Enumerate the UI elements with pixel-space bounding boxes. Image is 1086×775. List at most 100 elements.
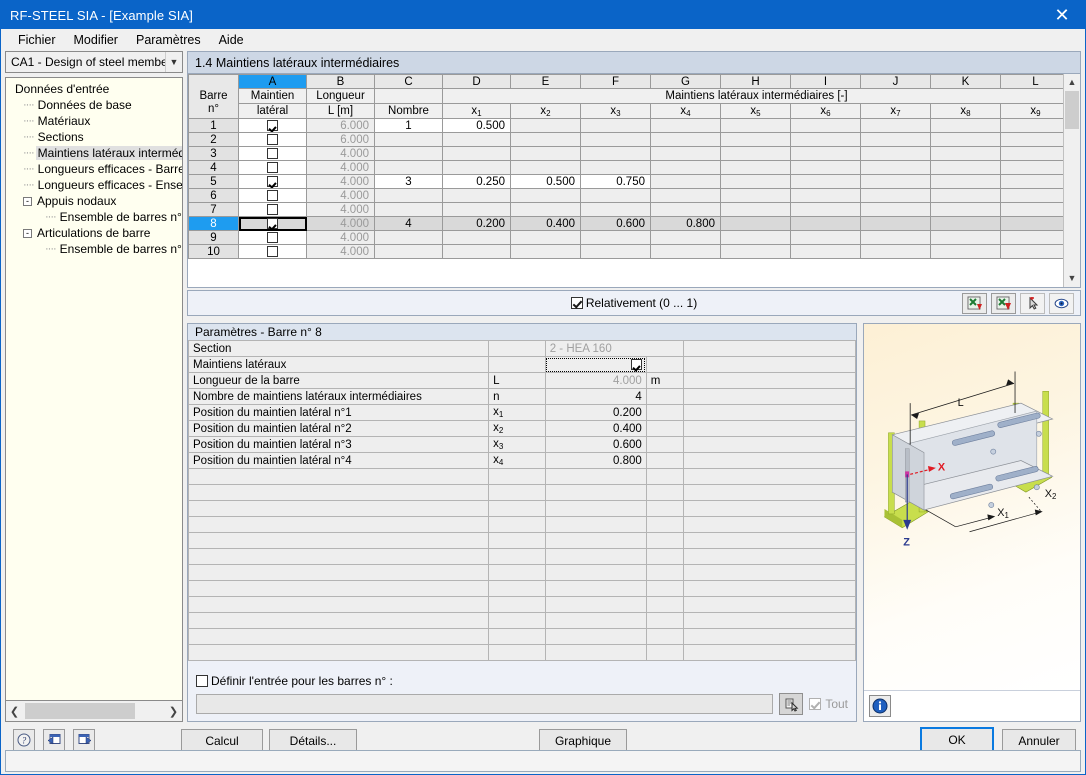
cell-x8[interactable] (930, 216, 1001, 231)
column-header-E[interactable]: E (510, 74, 581, 89)
row-header-5[interactable]: 5 (188, 174, 239, 189)
cell-nombre[interactable] (374, 132, 443, 147)
column-header-D[interactable]: D (442, 74, 511, 89)
tree-item-9[interactable]: - Articulations de barre (9, 225, 182, 241)
cell-x8[interactable] (930, 202, 1001, 217)
select-members-button[interactable] (779, 693, 804, 715)
cell-x1[interactable]: 0.250 (442, 174, 511, 189)
previous-button[interactable] (43, 729, 65, 751)
cell-x4[interactable] (650, 132, 721, 147)
table-row[interactable]: 6 4.000 (188, 188, 1063, 203)
column-header-K[interactable]: K (930, 74, 1001, 89)
cell-x1[interactable] (442, 160, 511, 175)
cell-x3[interactable] (580, 146, 651, 161)
parameter-checkbox[interactable] (544, 356, 647, 373)
cell-x9[interactable] (1000, 230, 1063, 245)
cell-x6[interactable] (790, 132, 861, 147)
cell-nombre[interactable] (374, 244, 443, 259)
cell-x5[interactable] (720, 202, 791, 217)
checkbox-box[interactable] (630, 358, 642, 370)
cell-nombre[interactable] (374, 202, 443, 217)
cell-x5[interactable] (720, 188, 791, 203)
checkbox-box[interactable] (267, 189, 278, 201)
checkbox-box[interactable] (267, 119, 278, 131)
row-header-1[interactable]: 1 (188, 118, 239, 133)
table-row[interactable]: 5 4.000 3 0.250 0.500 0.750 (188, 174, 1063, 189)
parameter-value[interactable]: 0.400 (544, 420, 647, 437)
row-header-6[interactable]: 6 (188, 188, 239, 203)
chevron-left-icon[interactable]: ❮ (6, 705, 23, 718)
table-row[interactable]: 9 4.000 (188, 230, 1063, 245)
menu-item-aide[interactable]: Aide (210, 31, 253, 49)
checkbox-box[interactable] (267, 203, 278, 215)
cell-x9[interactable] (1000, 132, 1063, 147)
cell-x4[interactable] (650, 146, 721, 161)
table-vertical-scrollbar[interactable]: ▲ ▼ (1063, 74, 1080, 287)
cell-x7[interactable] (860, 146, 931, 161)
tree-horizontal-scrollbar[interactable]: ❮ ❯ (5, 700, 183, 722)
cell-x9[interactable] (1000, 202, 1063, 217)
tree-item-0[interactable]: Données d'entrée (9, 81, 182, 97)
scroll-track[interactable] (1064, 91, 1080, 270)
expander-icon[interactable]: - (23, 228, 32, 238)
checkbox-box[interactable] (809, 698, 822, 710)
cell-x6[interactable] (790, 118, 861, 133)
cell-x5[interactable] (720, 244, 791, 259)
table-row[interactable]: 1 6.000 1 0.500 (188, 118, 1063, 133)
cell-x4[interactable] (650, 230, 721, 245)
cell-x9[interactable] (1000, 174, 1063, 189)
cell-x6[interactable] (790, 244, 861, 259)
column-header-A[interactable]: A (238, 74, 307, 89)
table-row[interactable]: 2 6.000 (188, 132, 1063, 147)
cell-maintien-lateral[interactable] (238, 160, 307, 175)
cell-x5[interactable] (720, 160, 791, 175)
column-header-L[interactable]: L (1000, 74, 1063, 89)
column-header-J[interactable]: J (860, 74, 931, 89)
chevron-right-icon[interactable]: ❯ (165, 705, 182, 718)
cell-x5[interactable] (720, 230, 791, 245)
checkbox-box[interactable] (267, 245, 278, 257)
view-button[interactable] (1049, 292, 1074, 314)
cell-x4[interactable] (650, 174, 721, 189)
column-header-H[interactable]: H (720, 74, 791, 89)
cell-x7[interactable] (860, 118, 931, 133)
cell-x6[interactable] (790, 146, 861, 161)
cell-x3[interactable] (580, 160, 651, 175)
cell-x3[interactable] (580, 132, 651, 147)
table-row[interactable]: 10 4.000 (188, 244, 1063, 259)
cell-nombre[interactable]: 3 (374, 174, 443, 189)
next-button[interactable] (73, 729, 95, 751)
row-header-10[interactable]: 10 (188, 244, 239, 259)
close-icon[interactable]: ✕ (1039, 1, 1085, 29)
cell-x1[interactable]: 0.500 (442, 118, 511, 133)
case-selector-combo[interactable]: CA1 - Design of steel members ▼ (5, 51, 183, 73)
cell-x2[interactable] (510, 202, 581, 217)
row-header-3[interactable]: 3 (188, 146, 239, 161)
table-row[interactable]: 3 4.000 (188, 146, 1063, 161)
cell-x2[interactable] (510, 118, 581, 133)
all-checkbox[interactable]: Tout (809, 697, 848, 711)
relative-checkbox[interactable]: Relativement (0 ... 1) (570, 296, 697, 310)
cell-x9[interactable] (1000, 118, 1063, 133)
cell-nombre[interactable] (374, 146, 443, 161)
cell-x1[interactable]: 0.200 (442, 216, 511, 231)
members-input[interactable] (196, 694, 774, 714)
graphique-button[interactable]: Graphique (539, 729, 627, 752)
cell-x1[interactable] (442, 132, 511, 147)
cell-x1[interactable] (442, 188, 511, 203)
checkbox-box[interactable] (267, 147, 278, 159)
cell-maintien-lateral[interactable] (238, 188, 307, 203)
cell-x1[interactable] (442, 202, 511, 217)
parameter-value[interactable]: 0.600 (544, 436, 647, 453)
row-header-4[interactable]: 4 (188, 160, 239, 175)
calcul-button[interactable]: Calcul (181, 729, 263, 752)
cell-x2[interactable]: 0.500 (510, 174, 581, 189)
cell-nombre[interactable] (374, 230, 443, 245)
cell-x4[interactable] (650, 202, 721, 217)
tree-item-7[interactable]: - Appuis nodaux (9, 193, 182, 209)
import-excel-button[interactable] (962, 292, 987, 314)
cell-x3[interactable]: 0.750 (580, 174, 651, 189)
cell-x9[interactable] (1000, 188, 1063, 203)
cell-x1[interactable] (442, 146, 511, 161)
cell-nombre[interactable]: 1 (374, 118, 443, 133)
